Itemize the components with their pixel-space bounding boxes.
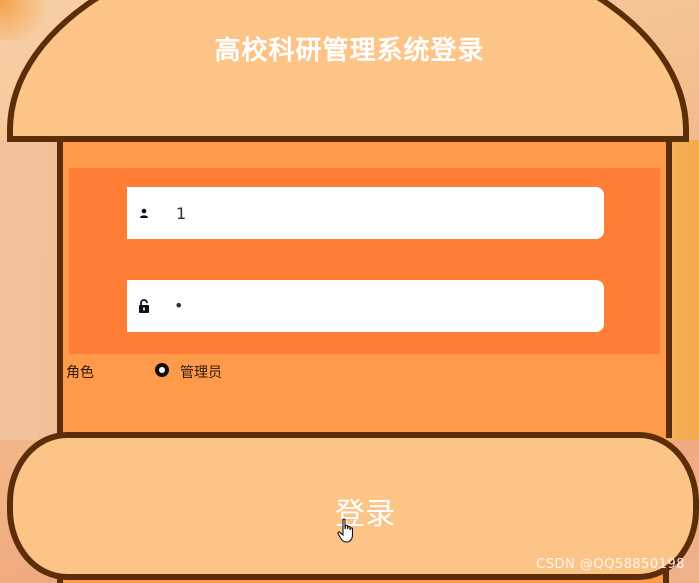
watermark: CSDN @QQ58850198: [536, 557, 685, 572]
page-title: 高校科研管理系统登录: [214, 36, 485, 66]
user-icon: [137, 205, 151, 221]
password-input[interactable]: •: [174, 280, 574, 332]
role-option-label[interactable]: 管理员: [180, 362, 222, 382]
password-field[interactable]: •: [127, 280, 604, 332]
lock-icon: [137, 298, 151, 314]
role-label: 角色: [66, 365, 94, 381]
hand-pointer-icon: [337, 518, 357, 544]
role-radio-admin[interactable]: [155, 363, 169, 377]
top-bun: [7, 0, 689, 142]
background-shade: [0, 140, 60, 440]
username-input[interactable]: [174, 187, 578, 241]
login-button[interactable]: 登录: [310, 488, 420, 540]
username-field[interactable]: [127, 187, 604, 241]
